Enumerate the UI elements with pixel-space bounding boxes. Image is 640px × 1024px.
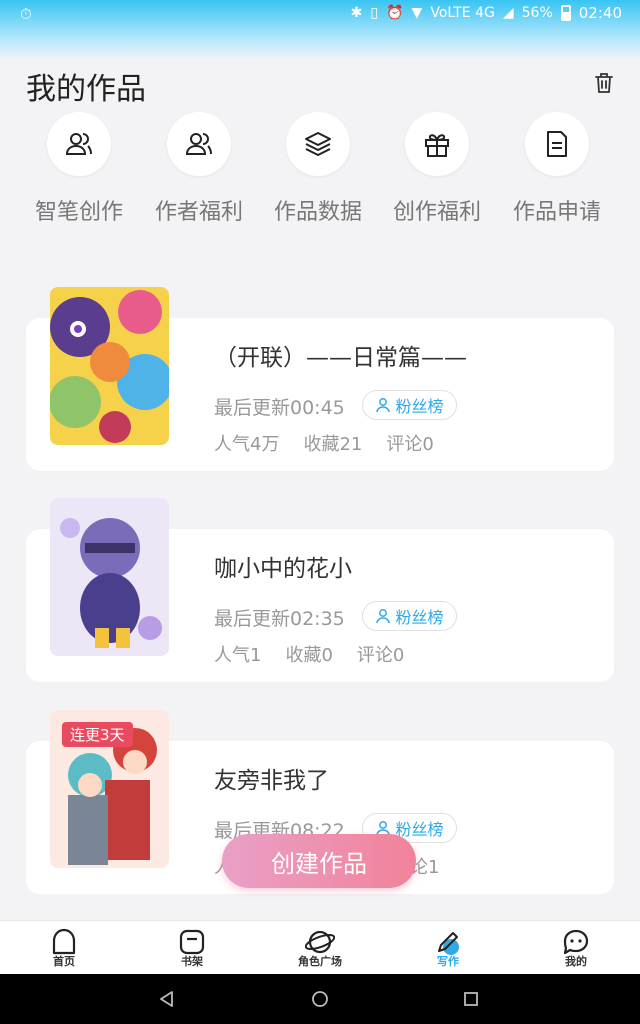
favorites: 收藏21	[303, 434, 363, 455]
signal-icon: ◢	[502, 5, 514, 21]
tool-smart-pen[interactable]: 智笔创作	[19, 112, 139, 226]
nav-label: 写作	[437, 955, 459, 968]
user-icon	[376, 398, 391, 413]
system-nav-bar	[0, 974, 640, 1024]
alarm-icon: ⏰	[386, 5, 404, 21]
tool-row: 智笔创作 作者福利 作品数据 创作福利 作品申请	[0, 112, 640, 242]
work-update-time: 最后更新00:45	[214, 397, 345, 419]
popularity: 人气4万	[214, 434, 280, 455]
work-cover-image[interactable]: 连更3天	[50, 710, 169, 868]
nav-label: 首页	[53, 955, 75, 968]
nav-character-square[interactable]: 角色广场	[280, 927, 360, 969]
tool-work-data[interactable]: 作品数据	[258, 112, 378, 226]
comments: 评论0	[386, 434, 434, 455]
battery-percent: 56%	[521, 5, 553, 21]
fan-ranking-label: 粉丝榜	[395, 820, 444, 839]
header: 我的作品	[0, 60, 640, 110]
work-title[interactable]: 咖小中的花小	[214, 549, 352, 583]
work-cover-image[interactable]	[50, 287, 169, 445]
nav-bookshelf[interactable]: 书架	[152, 927, 232, 969]
tool-label: 作者福利	[154, 200, 243, 225]
fan-ranking-label: 粉丝榜	[395, 397, 444, 416]
recents-icon[interactable]	[462, 990, 480, 1008]
tool-label: 创作福利	[392, 200, 481, 225]
vibrate-icon: ▯	[370, 5, 379, 21]
nav-me[interactable]: 我的	[536, 927, 616, 969]
tool-work-application[interactable]: 作品申请	[497, 112, 617, 226]
layers-icon	[286, 112, 350, 176]
favorites: 收藏0	[285, 645, 333, 666]
comments: 评论0	[356, 645, 405, 666]
work-update-time: 最后更新02:35	[214, 608, 345, 630]
tool-label: 智笔创作	[34, 200, 123, 225]
work-stats: 人气1 收藏0 评论0	[214, 641, 428, 667]
nav-home[interactable]: 首页	[24, 927, 104, 969]
bottom-nav: 首页 书架 角色广场 写作 我的	[0, 920, 640, 974]
fan-ranking-label: 粉丝榜	[395, 608, 444, 627]
tool-creation-welfare[interactable]: 创作福利	[377, 112, 497, 226]
popularity: 人气1	[214, 645, 262, 666]
status-bar: ⏱ ✱ ▯ ⏰ ▼ VoLTE 4G ◢ 56% 02:40	[0, 0, 640, 60]
tool-label: 作品申请	[512, 200, 601, 225]
tool-label: 作品数据	[273, 200, 362, 225]
users-icon	[167, 112, 231, 176]
work-title[interactable]: （开联）——日常篇——	[214, 338, 467, 372]
wifi-icon: ▼	[411, 5, 423, 21]
network-label: VoLTE 4G	[430, 5, 495, 21]
users-icon	[47, 112, 111, 176]
work-cover-image[interactable]	[50, 498, 169, 656]
gift-icon	[405, 112, 469, 176]
page-title: 我的作品	[26, 72, 146, 107]
tool-author-welfare[interactable]: 作者福利	[139, 112, 259, 226]
fan-ranking-button[interactable]: 粉丝榜	[362, 601, 457, 631]
nav-label: 我的	[565, 955, 587, 968]
nav-write[interactable]: 写作	[408, 927, 488, 969]
nav-label: 书架	[181, 955, 203, 968]
user-icon	[376, 609, 391, 624]
trash-icon[interactable]	[594, 72, 614, 94]
create-work-button[interactable]: 创建作品	[222, 834, 416, 888]
bluetooth-icon: ✱	[350, 5, 363, 21]
work-title[interactable]: 友旁非我了	[214, 761, 329, 795]
timer-icon: ⏱	[20, 5, 32, 23]
fan-ranking-button[interactable]: 粉丝榜	[362, 390, 457, 420]
battery-icon	[560, 5, 571, 21]
nav-label: 角色广场	[298, 955, 342, 968]
document-icon	[525, 112, 589, 176]
status-icons: ✱ ▯ ⏰ ▼ VoLTE 4G ◢ 56% 02:40	[351, 4, 622, 22]
back-icon[interactable]	[158, 990, 176, 1008]
home-button-icon[interactable]	[311, 990, 329, 1008]
streak-badge: 连更3天	[62, 722, 133, 747]
clock: 02:40	[578, 4, 622, 22]
work-stats: 人气4万 收藏21 评论0	[214, 430, 458, 456]
